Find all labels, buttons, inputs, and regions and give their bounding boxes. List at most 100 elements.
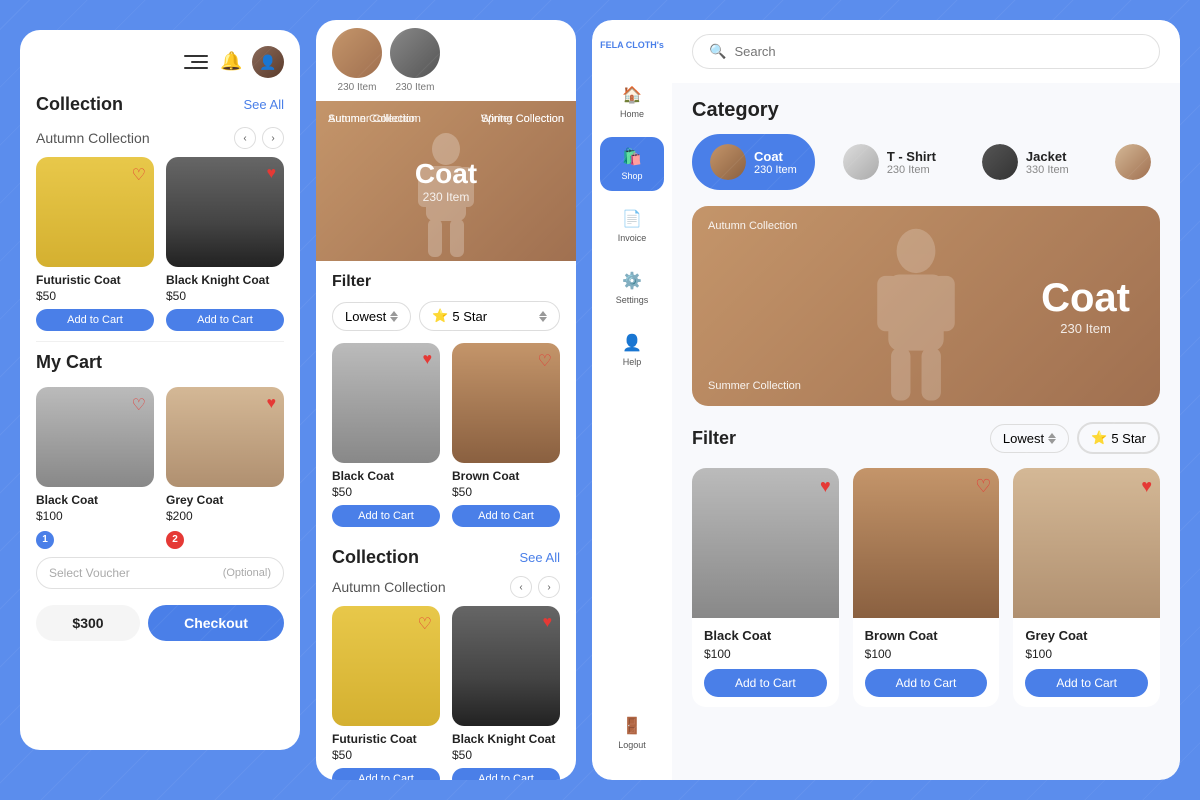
cart-title: My Cart — [36, 352, 102, 373]
divider — [36, 341, 284, 342]
sidebar-item-settings[interactable]: ⚙️ Settings — [600, 261, 664, 315]
add-to-cart-button[interactable]: Add to Cart — [704, 669, 827, 697]
add-to-cart-button[interactable]: Add to Cart — [452, 505, 560, 527]
cart-item-image: ♡ — [36, 387, 154, 487]
main-dropdown-arrows — [1048, 433, 1056, 444]
tshirt-image — [843, 144, 879, 180]
product-name: Brown Coat — [452, 469, 560, 483]
product-price: $50 — [452, 748, 560, 762]
add-to-cart-button[interactable]: Add to Cart — [332, 505, 440, 527]
star-icon: ⭐ — [432, 308, 448, 324]
panel-desktop: FELA CLOTH's 🏠 Home 🛍️ Shop 📄 Invoice ⚙️… — [592, 20, 1180, 780]
checkout-button[interactable]: Checkout — [148, 605, 284, 641]
wishlist-icon[interactable]: ♡ — [132, 395, 146, 415]
middle-prev-arrow[interactable]: ‹ — [510, 576, 532, 598]
sidebar-item-help[interactable]: 👤 Help — [600, 323, 664, 377]
category-chip-jacket[interactable]: Jacket 330 Item — [964, 134, 1087, 190]
product-price: $50 — [166, 289, 284, 303]
prev-arrow[interactable]: ‹ — [234, 127, 256, 149]
lowest-filter[interactable]: Lowest — [332, 302, 411, 331]
product-info: Brown Coat $100 Add to Cart — [853, 618, 1000, 707]
sidebar-label-logout: Logout — [618, 740, 646, 750]
product-row: ♥ Black Coat $50 Add to Cart ♡ Brown Coa… — [332, 343, 560, 527]
product-price: $100 — [1025, 647, 1148, 661]
home-icon: 🏠 — [622, 85, 642, 105]
panel-mobile-left: 👤 Collection See All Autumn Collection ‹… — [20, 30, 300, 750]
product-card: ♥ Black Knight Coat $50 Add to Cart — [452, 606, 560, 780]
sidebar-item-home[interactable]: 🏠 Home — [600, 75, 664, 129]
middle-collection-title: Collection — [332, 547, 419, 568]
coat-info: Coat 230 Item — [754, 149, 797, 176]
total-button[interactable]: $300 — [36, 605, 140, 641]
sidebar-item-logout[interactable]: 🚪 Logout — [600, 706, 664, 760]
wishlist-icon[interactable]: ♥ — [267, 165, 277, 183]
middle-next-arrow[interactable]: › — [538, 576, 560, 598]
product-card: ♥ Grey Coat $100 Add to Cart — [1013, 468, 1160, 707]
wishlist-icon[interactable]: ♥ — [267, 395, 277, 413]
product-image: ♥ — [452, 606, 560, 726]
avatar-item: 230 Item — [332, 28, 382, 93]
sidebar-item-invoice[interactable]: 📄 Invoice — [600, 199, 664, 253]
see-all-collection[interactable]: See All — [244, 97, 284, 112]
collection-nav: Autumn Collection ‹ › — [20, 123, 300, 157]
product-image: ♥ — [692, 468, 839, 618]
filter-section: Filter Lowest ⭐ 5 Star — [316, 261, 576, 343]
product-card: ♡ Brown Coat $100 Add to Cart — [853, 468, 1000, 707]
sidebar-item-shop[interactable]: 🛍️ Shop — [600, 137, 664, 191]
wishlist-icon[interactable]: ♡ — [538, 351, 552, 371]
avatar[interactable]: 👤 — [252, 46, 284, 78]
product-image: ♡ — [853, 468, 1000, 618]
wishlist-icon[interactable]: ♥ — [543, 614, 553, 632]
category-chip-coat[interactable]: Coat 230 Item — [692, 134, 815, 190]
hero-person-icon — [406, 131, 486, 261]
main-star-filter[interactable]: ⭐ 5 Star — [1077, 422, 1160, 454]
sidebar-label-home: Home — [620, 109, 644, 119]
add-to-cart-button[interactable]: Add to Cart — [865, 669, 988, 697]
jacket-info: Jacket 330 Item — [1026, 149, 1069, 176]
cart-item-price: $100 — [36, 509, 154, 523]
filter-controls: Lowest ⭐ 5 Star — [332, 301, 560, 331]
bell-icon[interactable] — [220, 51, 240, 73]
main-lowest-filter[interactable]: Lowest — [990, 424, 1069, 453]
avatar-image — [332, 28, 382, 78]
wishlist-icon[interactable]: ♡ — [418, 614, 432, 634]
add-to-cart-button[interactable]: Add to Cart — [1025, 669, 1148, 697]
add-to-cart-button[interactable]: Add to Cart — [36, 309, 154, 331]
coat-name: Coat — [754, 149, 797, 164]
sliders-icon[interactable] — [184, 50, 208, 74]
avatar-count: 230 Item — [338, 82, 377, 93]
panel-middle: 230 Item 230 Item Autumn Collection Spri… — [316, 20, 576, 780]
wishlist-icon[interactable]: ♥ — [1141, 476, 1152, 497]
product-info: Grey Coat $100 Add to Cart — [1013, 618, 1160, 707]
product-image: ♥ — [166, 157, 284, 267]
tshirt-info: T - Shirt 230 Item — [887, 149, 936, 176]
collection-title: Collection — [36, 94, 123, 115]
search-input[interactable] — [734, 44, 1143, 59]
next-arrow[interactable]: › — [262, 127, 284, 149]
autumn-banner-tag: Autumn Collection — [708, 220, 797, 232]
wishlist-icon[interactable]: ♡ — [132, 165, 146, 185]
product-price: $100 — [704, 647, 827, 661]
star-label: 5 Star — [452, 309, 487, 324]
quantity-badge: 1 — [36, 531, 54, 549]
main-filter-title: Filter — [692, 428, 736, 449]
add-to-cart-button[interactable]: Add to Cart — [332, 768, 440, 780]
product-name: Black Coat — [704, 628, 827, 643]
wishlist-icon[interactable]: ♡ — [975, 476, 991, 497]
nav-arrows: ‹ › — [234, 127, 284, 149]
filter-right: Lowest ⭐ 5 Star — [990, 422, 1160, 454]
middle-see-all[interactable]: See All — [520, 550, 560, 565]
voucher-section: Select Voucher (Optional) — [20, 549, 300, 597]
add-to-cart-button[interactable]: Add to Cart — [452, 768, 560, 780]
wishlist-icon[interactable]: ♥ — [820, 476, 831, 497]
category-chip-tshirt[interactable]: T - Shirt 230 Item — [825, 134, 954, 190]
add-to-cart-button[interactable]: Add to Cart — [166, 309, 284, 331]
main-inner: Category Coat 230 Item — [672, 83, 1180, 723]
middle-collection-nav: Autumn Collection ‹ › — [332, 576, 560, 606]
category-chip-more[interactable] — [1097, 134, 1160, 190]
lowest-label: Lowest — [345, 309, 386, 324]
more-image — [1115, 144, 1151, 180]
shop-icon: 🛍️ — [622, 147, 642, 167]
star-filter[interactable]: ⭐ 5 Star — [419, 301, 560, 331]
wishlist-icon[interactable]: ♥ — [423, 351, 433, 369]
